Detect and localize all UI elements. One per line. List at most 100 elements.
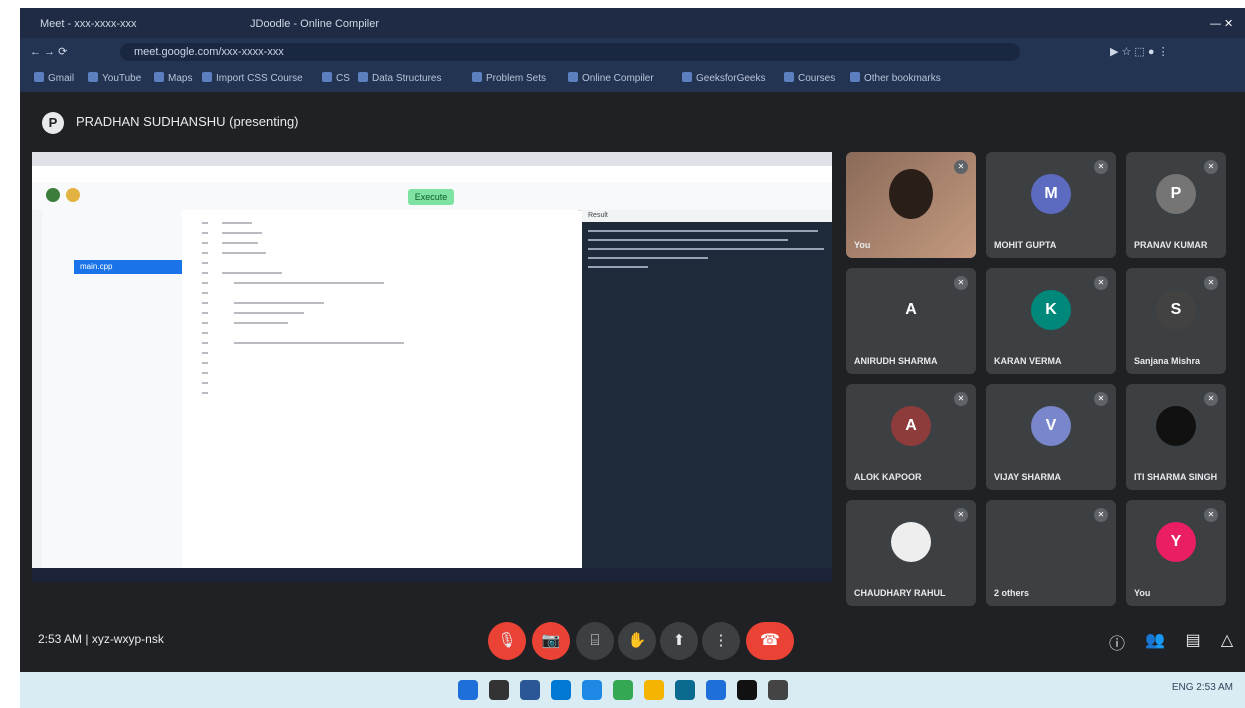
meeting-info: 2:53 AM | xyz-wxyp-nsk (38, 632, 164, 646)
bookmark-item[interactable]: Maps (154, 71, 192, 87)
present-button[interactable]: ⬆ (660, 622, 698, 660)
taskbar-app-icon[interactable] (520, 680, 540, 700)
participant-tile[interactable]: A ✕ ANIRUDH SHARMA (846, 268, 976, 374)
taskbar-app-icon[interactable] (551, 680, 571, 700)
participant-name: PRANAV KUMAR (1134, 240, 1208, 250)
participant-avatar (1156, 406, 1196, 447)
bookmark-label: Courses (798, 73, 836, 84)
bookmark-icon (88, 72, 98, 82)
execute-button[interactable]: Execute (408, 189, 454, 205)
address-bar-row: ← → ⟳ meet.google.com/xxx-xxxx-xxx ▶ ☆ ⬚… (20, 38, 1245, 66)
bookmark-label: CS (336, 73, 350, 84)
code-editor[interactable] (182, 210, 578, 582)
taskbar-app-icon[interactable] (768, 680, 788, 700)
bookmark-icon (154, 72, 164, 82)
line-number (202, 272, 208, 274)
mic-muted-icon: ✕ (1094, 160, 1108, 174)
taskbar-app-icon[interactable] (675, 680, 695, 700)
taskbar-app-icon[interactable] (613, 680, 633, 700)
bookmark-icon (784, 72, 794, 82)
taskbar-app-icon[interactable] (706, 680, 726, 700)
browser-tab[interactable]: JDoodle - Online Compiler (250, 12, 450, 36)
line-number (202, 312, 208, 314)
participant-tile[interactable]: ✕ ITI SHARMA SINGH (1126, 384, 1226, 490)
bookmark-icon (358, 72, 368, 82)
mic-muted-icon: ✕ (1204, 160, 1218, 174)
people-icon[interactable]: 👥 (1144, 630, 1166, 650)
participant-tile[interactable]: ✕ CHAUDHARY RAHUL (846, 500, 976, 606)
bookmark-item[interactable]: Gmail (34, 71, 74, 87)
raise-hand-button[interactable]: ✋ (618, 622, 656, 660)
console-line (588, 257, 708, 259)
participant-name: ANIRUDH SHARMA (854, 356, 938, 366)
participant-name: KARAN VERMA (994, 356, 1062, 366)
taskbar-app-icon[interactable] (737, 680, 757, 700)
bookmark-item[interactable]: Problem Sets (472, 71, 546, 87)
mic-off-button[interactable]: 🎙 (488, 622, 526, 660)
participant-avatar (891, 522, 931, 563)
participant-tile[interactable]: K ✕ KARAN VERMA (986, 268, 1116, 374)
bookmark-label: GeeksforGeeks (696, 73, 766, 84)
meet-header: P PRADHAN SUDHANSHU (presenting) (20, 92, 1245, 148)
chat-icon[interactable]: ▤ (1182, 630, 1204, 650)
code-line (234, 342, 404, 344)
avatar-icon (66, 188, 80, 202)
line-number (202, 302, 208, 304)
taskbar-app-icon[interactable] (489, 680, 509, 700)
camera-off-button[interactable]: 📷 (532, 622, 570, 660)
bookmark-label: Data Structures (372, 73, 442, 84)
browser-tab[interactable]: Meet - xxx-xxxx-xxx (40, 12, 180, 36)
participant-tile[interactable]: V ✕ VIJAY SHARMA (986, 384, 1116, 490)
participant-tile[interactable]: A ✕ ALOK KAPOOR (846, 384, 976, 490)
nav-buttons-icon[interactable]: ← → ⟳ (30, 40, 110, 64)
bookmark-item[interactable]: Other bookmarks (850, 71, 941, 87)
bookmark-icon (682, 72, 692, 82)
bookmark-label: Import CSS Course (216, 73, 303, 84)
bookmark-label: YouTube (102, 73, 142, 84)
captions-button[interactable]: ⌸ (576, 622, 614, 660)
selected-file[interactable]: main.cpp (74, 260, 182, 274)
bookmark-item[interactable]: Online Compiler (568, 71, 654, 87)
bookmark-icon (202, 72, 212, 82)
participant-tile[interactable]: P ✕ PRANAV KUMAR (1126, 152, 1226, 258)
mic-muted-icon: ✕ (954, 392, 968, 406)
more-options-button[interactable]: ⋮ (702, 622, 740, 660)
bookmark-item[interactable]: Courses (784, 71, 835, 87)
participant-tile[interactable]: ✕ 2 others (986, 500, 1116, 606)
bookmark-icon (34, 72, 44, 82)
line-number (202, 282, 208, 284)
taskbar-app-icon[interactable] (644, 680, 664, 700)
bookmark-item[interactable]: Import CSS Course (202, 71, 303, 87)
participant-name: 2 others (994, 588, 1030, 598)
extensions-icon[interactable]: ▶ ☆ ⬚ ● ⋮ (1110, 40, 1230, 64)
activities-icon[interactable]: △ (1216, 630, 1238, 650)
taskbar-app-icon[interactable] (582, 680, 602, 700)
mic-muted-icon: ✕ (1204, 508, 1218, 522)
participant-avatar: A (891, 290, 931, 331)
window-controls-icon[interactable]: — ✕ (1210, 12, 1240, 36)
bookmark-icon (472, 72, 482, 82)
participant-tile[interactable]: ✕ You (846, 152, 976, 258)
participant-tile[interactable]: S ✕ Sanjana Mishra (1126, 268, 1226, 374)
bookmark-item[interactable]: GeeksforGeeks (682, 71, 765, 87)
video-feed (889, 169, 933, 220)
code-line (222, 232, 262, 234)
participant-tile[interactable]: Y ✕ You (1126, 500, 1226, 606)
line-number (202, 292, 208, 294)
bookmark-item[interactable]: YouTube (88, 71, 141, 87)
code-line (234, 302, 324, 304)
bookmark-item[interactable]: CS (322, 71, 350, 87)
taskbar-app-icon[interactable] (458, 680, 478, 700)
info-icon[interactable]: ⓘ (1106, 630, 1128, 654)
participant-name: VIJAY SHARMA (994, 472, 1062, 482)
end-call-button[interactable]: ☎ (746, 622, 794, 660)
logo-icon (46, 188, 60, 202)
participant-tile[interactable]: M ✕ MOHIT GUPTA (986, 152, 1116, 258)
bookmark-item[interactable]: Data Structures (358, 71, 441, 87)
url-field[interactable]: meet.google.com/xxx-xxxx-xxx (120, 43, 1020, 61)
participant-name: MOHIT GUPTA (994, 240, 1057, 250)
mic-muted-icon: ✕ (1094, 276, 1108, 290)
code-line (234, 282, 384, 284)
windows-taskbar: ENG 2:53 AM (20, 672, 1245, 708)
mic-muted-icon: ✕ (954, 508, 968, 522)
